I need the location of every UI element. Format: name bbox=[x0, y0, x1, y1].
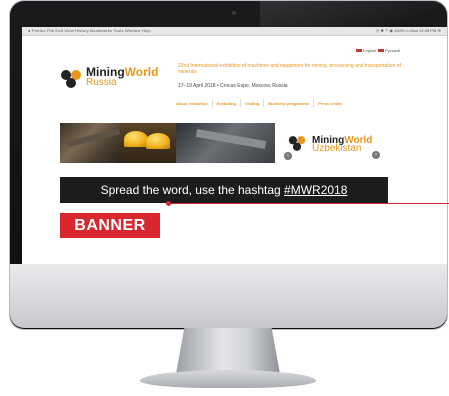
nav-item-exhibiting[interactable]: Exhibiting bbox=[213, 99, 241, 107]
exhibition-dateline: 17–19 April 2018 • Crocus Expo, Moscow, … bbox=[178, 83, 288, 89]
flag-ru-icon bbox=[378, 49, 384, 53]
flag-uk-icon bbox=[356, 49, 362, 53]
lang-ru-label: Русский bbox=[385, 48, 400, 53]
callout-line bbox=[170, 203, 449, 204]
nav-item-visiting[interactable]: Visiting bbox=[241, 99, 265, 107]
hero-slider-image[interactable] bbox=[60, 123, 275, 163]
lang-en-label: English bbox=[363, 48, 377, 53]
slider-prev-arrow-icon[interactable]: ‹ bbox=[284, 152, 292, 160]
monitor-chin bbox=[10, 264, 447, 328]
mining-world-uzbekistan-logo-icon bbox=[288, 136, 306, 151]
hashtag-banner-text: Spread the word, use the hashtag #MWR201… bbox=[101, 183, 348, 197]
nav-item-press[interactable]: Press centre bbox=[314, 99, 346, 107]
brand-part2: World bbox=[124, 65, 159, 79]
os-status-icons: ◷ ✱ ⇡ ◉ 100% ▭ Mon 12:45 PM ☰ bbox=[375, 28, 441, 33]
monitor-base bbox=[140, 370, 316, 388]
os-menu[interactable]: ● Firefox File Edit View History Bookmar… bbox=[28, 28, 151, 33]
hashtag-link[interactable]: #MWR2018 bbox=[284, 183, 347, 197]
language-russian-link[interactable]: Русский bbox=[378, 48, 400, 53]
mining-world-logo-icon[interactable] bbox=[60, 69, 82, 89]
hashtag-banner[interactable]: Spread the word, use the hashtag #MWR201… bbox=[60, 177, 388, 203]
brand-subtitle: Russia bbox=[86, 77, 117, 88]
language-english-link[interactable]: English bbox=[356, 48, 376, 53]
slider-brand-subtitle: Uzbekistan bbox=[312, 143, 362, 154]
banner-label-box: BANNER bbox=[60, 213, 160, 238]
nav-item-about[interactable]: About exhibition bbox=[172, 99, 213, 107]
os-menu-bar: ● Firefox File Edit View History Bookmar… bbox=[22, 27, 447, 36]
camera-icon bbox=[232, 11, 236, 15]
monitor-stand bbox=[176, 328, 280, 374]
browser-screen: ● Firefox File Edit View History Bookmar… bbox=[22, 27, 447, 264]
main-navigation: About exhibition Exhibiting Visiting Bus… bbox=[172, 99, 410, 107]
exhibition-headline: 22nd International exhibition of machine… bbox=[178, 63, 401, 75]
hardhat-icon bbox=[124, 131, 148, 147]
hashtag-lead-text: Spread the word, use the hashtag bbox=[100, 183, 285, 197]
banner-label: BANNER bbox=[74, 216, 146, 234]
hardhat-icon bbox=[146, 133, 170, 149]
slider-next-arrow-icon[interactable]: › bbox=[372, 151, 380, 159]
nav-item-business[interactable]: Business programme bbox=[264, 99, 315, 107]
